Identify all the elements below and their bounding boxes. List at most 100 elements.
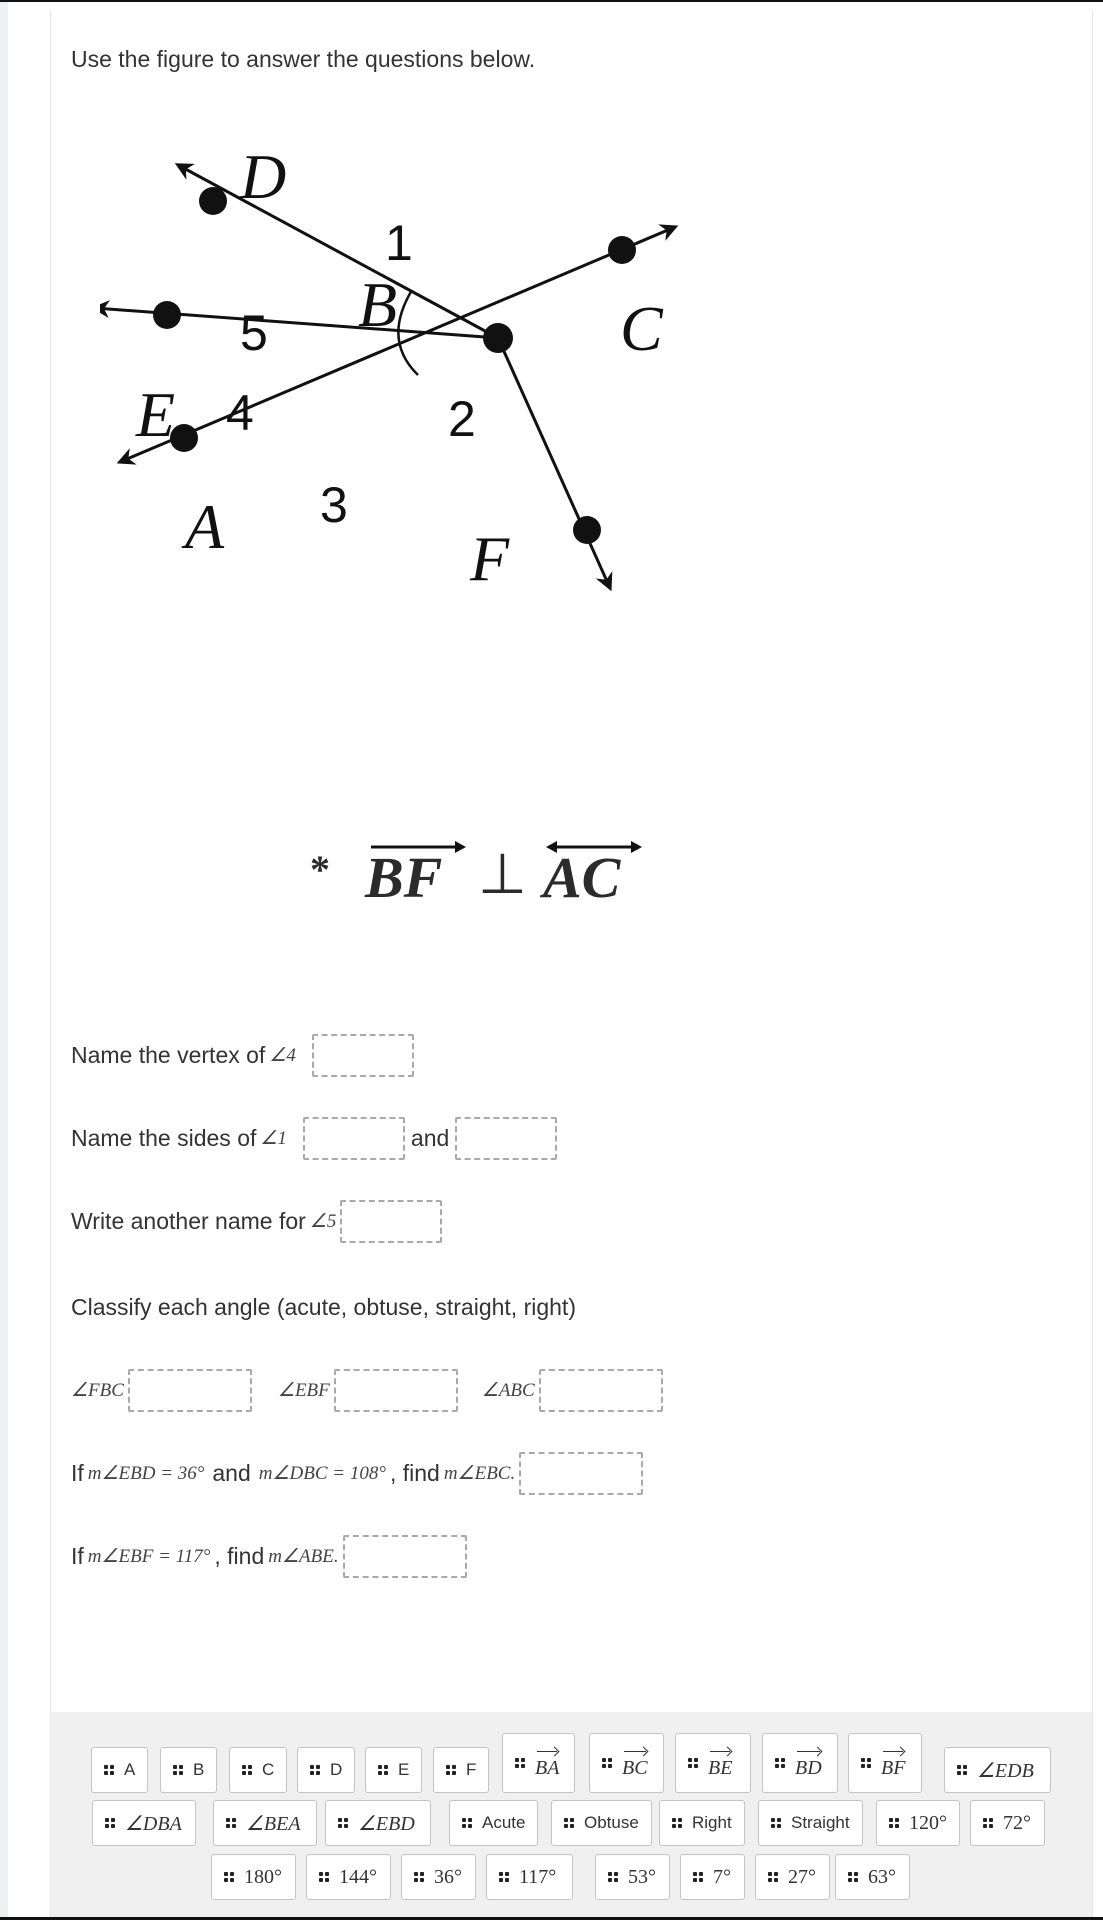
point-b — [483, 323, 513, 353]
drop-zone-m-abe[interactable] — [342, 1535, 467, 1578]
answer-tile[interactable]: C — [229, 1747, 288, 1793]
drag-handle-icon — [414, 1872, 424, 1882]
answer-tile[interactable]: 63° — [835, 1854, 910, 1900]
tile-label: 180° — [244, 1865, 282, 1888]
drop-zone-name-5[interactable] — [340, 1200, 443, 1243]
answer-tile[interactable]: ∠DBA — [92, 1800, 196, 1846]
answer-tile[interactable]: Obtuse — [551, 1800, 652, 1846]
drop-zone-m-ebc[interactable] — [519, 1452, 644, 1495]
label-e: E — [135, 379, 175, 450]
drop-zone-side-2[interactable] — [455, 1117, 558, 1160]
drag-handle-icon — [768, 1872, 778, 1882]
drag-handle-icon — [693, 1872, 703, 1882]
answer-tile[interactable]: 27° — [755, 1854, 830, 1900]
line-arrow-icon — [546, 841, 642, 853]
drop-zone-classify-fbc[interactable] — [127, 1369, 252, 1412]
drop-zone-vertex-4[interactable] — [311, 1034, 414, 1077]
asterisk: * — [310, 847, 330, 892]
answer-tile[interactable]: BC — [589, 1733, 664, 1793]
tile-label: Straight — [791, 1813, 850, 1832]
point-c — [608, 236, 636, 264]
drag-handle-icon — [848, 1872, 858, 1882]
answer-tile[interactable]: ∠EBD — [325, 1800, 431, 1846]
drag-handle-icon — [983, 1818, 993, 1828]
instructions-text: Use the figure to answer the questions b… — [71, 46, 536, 72]
drag-handle-icon — [319, 1872, 329, 1882]
answer-tile[interactable]: ∠BEA — [213, 1800, 317, 1846]
question-another-name: Write another name for ∠5 — [71, 1200, 443, 1243]
question-find-ebc: If m∠EBD = 36° and m∠DBC = 108° , find m… — [71, 1452, 644, 1495]
label-c: C — [620, 293, 664, 364]
tile-label: BA — [535, 1747, 559, 1780]
angle-number-2: 2 — [448, 391, 476, 447]
tile-label: BE — [708, 1747, 732, 1780]
answer-tile[interactable]: A — [91, 1747, 149, 1793]
answer-tile[interactable]: 117° — [486, 1854, 573, 1900]
classify-row: ∠FBC ∠EBF ∠ABC — [71, 1369, 663, 1412]
answer-tile[interactable]: 36° — [401, 1854, 476, 1900]
question-classify: Classify each angle (acute, obtuse, stra… — [71, 1294, 576, 1320]
drag-handle-icon — [105, 1818, 115, 1828]
drag-handle-icon — [338, 1818, 348, 1828]
answer-tile[interactable]: B — [160, 1747, 218, 1793]
perpendicular-symbol: ⊥ — [478, 842, 527, 907]
question-find-abe: If m∠EBF = 117° , find m∠ABE. — [71, 1535, 467, 1578]
answer-tile[interactable]: Acute — [449, 1800, 539, 1846]
geometry-figure: D B C E A F 1 2 3 4 5 — [100, 141, 679, 594]
drop-zone-side-1[interactable] — [302, 1117, 405, 1160]
answer-tile[interactable]: Straight — [758, 1800, 863, 1846]
tile-label: BC — [622, 1747, 648, 1780]
label-f: F — [469, 523, 510, 594]
tile-label: 27° — [788, 1865, 816, 1888]
drag-handle-icon — [672, 1818, 682, 1828]
tile-label: 7° — [713, 1865, 731, 1888]
drag-handle-icon — [446, 1765, 456, 1775]
drop-zone-classify-abc[interactable] — [538, 1369, 663, 1412]
left-gutter — [0, 2, 8, 1917]
drag-handle-icon — [224, 1872, 234, 1882]
ray-bf — [496, 337, 613, 592]
question-vertex: Name the vertex of ∠4 — [71, 1034, 414, 1077]
answer-tile[interactable]: D — [297, 1747, 356, 1793]
point-d — [199, 187, 227, 215]
drag-handle-icon — [515, 1758, 525, 1768]
tile-label: 63° — [868, 1865, 896, 1888]
answer-tile[interactable]: BD — [762, 1733, 838, 1793]
tile-label: 144° — [339, 1865, 377, 1888]
answer-tile[interactable]: 53° — [595, 1854, 670, 1900]
drag-handle-icon — [310, 1765, 320, 1775]
answer-tile[interactable]: 180° — [211, 1854, 296, 1900]
tile-label: E — [398, 1760, 410, 1779]
answer-tile[interactable]: ∠EDB — [944, 1747, 1051, 1793]
tile-label: ∠EDB — [977, 1759, 1034, 1782]
angle-number-4: 4 — [226, 385, 254, 441]
drag-handle-icon — [378, 1765, 388, 1775]
tile-label: BF — [881, 1747, 905, 1780]
tile-label: 36° — [434, 1865, 462, 1888]
answer-tile[interactable]: F — [433, 1747, 490, 1793]
line-ac-label: AC — [543, 841, 642, 911]
answer-tile[interactable]: Right — [659, 1800, 745, 1846]
answer-tile[interactable]: 72° — [970, 1800, 1045, 1846]
drop-zone-classify-ebf[interactable] — [333, 1369, 458, 1412]
answer-tile[interactable]: BE — [675, 1733, 751, 1793]
tile-label: 72° — [1003, 1811, 1031, 1834]
tile-label: 53° — [628, 1865, 656, 1888]
question-sides: Name the sides of ∠1 and — [71, 1117, 558, 1160]
angle-number-1: 1 — [385, 215, 413, 271]
tile-label: BD — [795, 1747, 822, 1780]
ray-bf-label: BF — [365, 841, 466, 911]
answer-tile[interactable]: 120° — [876, 1800, 960, 1846]
answer-tile[interactable]: 144° — [306, 1854, 391, 1900]
drag-handle-icon — [564, 1818, 574, 1828]
tile-label: ∠EBD — [358, 1812, 415, 1835]
answer-tile[interactable]: BA — [502, 1733, 575, 1793]
drag-handle-icon — [242, 1765, 252, 1775]
point-e — [153, 301, 181, 329]
tile-label: 117° — [519, 1865, 557, 1888]
answer-tile[interactable]: E — [365, 1747, 423, 1793]
point-f — [573, 516, 601, 544]
answer-tile[interactable]: 7° — [680, 1854, 745, 1900]
tile-label: F — [466, 1760, 477, 1779]
answer-tile[interactable]: BF — [848, 1733, 922, 1793]
